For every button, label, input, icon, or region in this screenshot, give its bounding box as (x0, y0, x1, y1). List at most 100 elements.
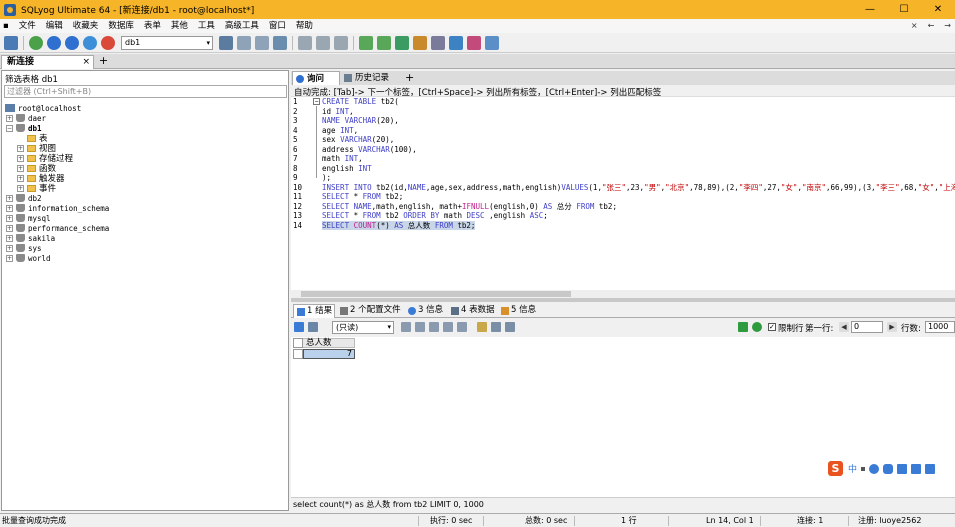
tab-result[interactable]: 1 结果 (293, 304, 335, 318)
schema-icon[interactable] (298, 35, 312, 50)
grid-column-header[interactable]: 总人数 (303, 338, 355, 348)
menu-database[interactable]: 数据库 (103, 19, 139, 33)
compare-icon[interactable] (485, 35, 499, 50)
toolbox-icon[interactable] (925, 463, 936, 474)
execute-icon[interactable] (47, 35, 61, 50)
expand-icon[interactable]: + (17, 184, 24, 192)
filter-input[interactable]: 过滤器 (Ctrl+Shift+B) (4, 85, 287, 98)
menu-edit[interactable]: 编辑 (41, 19, 68, 33)
sql-editor[interactable]: 1 2 3 4 5 6 7 8 9 10 11 12 13 14 − CREAT… (291, 96, 955, 298)
table-icon[interactable] (237, 35, 251, 50)
query-builder-icon[interactable] (316, 35, 330, 50)
notification-icon[interactable] (449, 35, 463, 50)
tab-table-data[interactable]: 4 表数据 (448, 304, 495, 318)
menu-file[interactable]: 文件 (14, 19, 41, 33)
expand-icon[interactable]: + (6, 204, 13, 212)
mdi-next-icon[interactable]: → (944, 19, 951, 33)
tab-history[interactable]: 历史记录 (341, 71, 403, 85)
delete-icon[interactable] (443, 322, 453, 332)
report-icon[interactable] (467, 35, 481, 50)
tree-folder[interactable]: + 事件 (17, 183, 56, 194)
tree-db[interactable]: + db2 (6, 193, 42, 203)
text-view-icon[interactable] (505, 322, 515, 332)
new-connection-icon[interactable] (4, 35, 18, 50)
backup-icon[interactable] (377, 35, 391, 50)
tree-db[interactable]: + daer (6, 113, 46, 123)
refresh-icon[interactable] (457, 322, 467, 332)
tree-db[interactable]: + world (6, 253, 51, 263)
copy-db-icon[interactable] (255, 35, 269, 50)
migration-icon[interactable] (413, 35, 427, 50)
filter-icon[interactable] (738, 322, 748, 332)
view-icon[interactable] (294, 322, 304, 332)
scrollbar-thumb[interactable] (301, 291, 571, 297)
limit-rows-checkbox[interactable]: ✓ (768, 323, 776, 331)
tree-db[interactable]: + sys (6, 243, 42, 253)
tree-db[interactable]: + performance_schema (6, 223, 109, 233)
form-view-icon[interactable] (491, 322, 501, 332)
connection-tab[interactable]: 新连接 × (1, 55, 94, 69)
menu-tools[interactable]: 工具 (193, 19, 220, 33)
select-all-checkbox[interactable] (293, 338, 303, 348)
copy-icon[interactable] (401, 322, 411, 332)
rows-input[interactable]: 1000 (925, 321, 955, 333)
mdi-close-icon[interactable]: × (911, 19, 918, 33)
add-query-tab-button[interactable]: + (405, 71, 414, 84)
tree-db-current[interactable]: − db1 (6, 123, 42, 133)
database-select[interactable]: db1 ▾ (121, 35, 213, 50)
grid-view-icon[interactable] (477, 322, 487, 332)
tab-profile[interactable]: 2 个配置文件 (337, 304, 401, 318)
menu-help[interactable]: 帮助 (291, 19, 318, 33)
mode-select[interactable]: (只读) ▾ (332, 321, 394, 334)
expand-icon[interactable]: + (6, 254, 13, 262)
tree-db[interactable]: + information_schema (6, 203, 109, 213)
minimize-button[interactable]: — (853, 0, 887, 19)
skin-icon[interactable] (911, 463, 922, 474)
export-icon[interactable] (273, 35, 287, 50)
export-icon[interactable] (308, 322, 318, 332)
user-icon[interactable] (219, 35, 233, 50)
expand-icon[interactable]: + (6, 194, 13, 202)
tree-db[interactable]: + mysql (6, 213, 51, 223)
object-icon[interactable] (101, 35, 115, 50)
menu-window[interactable]: 窗口 (264, 19, 291, 33)
table-row[interactable]: 7 (293, 349, 355, 359)
ime-language-toggle[interactable]: 中 (848, 462, 857, 475)
tab-info-2[interactable]: 5 信息 (498, 304, 536, 318)
expand-icon[interactable]: + (17, 174, 24, 182)
refresh-icon[interactable] (29, 35, 43, 50)
menu-advanced-tools[interactable]: 高级工具 (220, 19, 264, 33)
expand-icon[interactable]: + (17, 144, 24, 152)
expand-icon[interactable]: + (17, 154, 24, 162)
sogou-logo-icon[interactable]: S (828, 461, 843, 476)
paste-icon[interactable] (415, 322, 425, 332)
prev-page-icon[interactable]: ◀ (839, 322, 849, 332)
close-button[interactable]: ✕ (921, 0, 955, 19)
designer-icon[interactable] (334, 35, 348, 50)
execute-all-icon[interactable] (65, 35, 79, 50)
menu-favorites[interactable]: 收藏夹 (68, 19, 104, 33)
punctuation-icon[interactable] (861, 466, 866, 471)
expand-icon[interactable]: + (6, 114, 13, 122)
stop-icon[interactable] (83, 35, 97, 50)
tab-query[interactable]: 询问 (292, 71, 340, 85)
keyboard-icon[interactable] (897, 463, 908, 474)
menu-table[interactable]: 表单 (139, 19, 166, 33)
grid-cell[interactable]: 7 (303, 349, 355, 359)
expand-icon[interactable]: + (6, 214, 13, 222)
import-icon[interactable] (395, 35, 409, 50)
collapse-icon[interactable]: − (6, 124, 13, 132)
tree-db[interactable]: + sakila (6, 233, 55, 243)
tab-info[interactable]: 3 信息 (405, 304, 443, 318)
scheduler-icon[interactable] (431, 35, 445, 50)
maximize-button[interactable]: ☐ (887, 0, 921, 19)
next-page-icon[interactable]: ▶ (887, 322, 897, 332)
fold-toggle-icon[interactable]: − (313, 98, 320, 105)
expand-icon[interactable]: + (6, 244, 13, 252)
expand-icon[interactable]: + (17, 164, 24, 172)
expand-icon[interactable]: + (6, 224, 13, 232)
microphone-icon[interactable] (883, 463, 894, 474)
close-icon[interactable]: × (82, 56, 90, 68)
save-icon[interactable] (429, 322, 439, 332)
first-row-input[interactable]: 0 (851, 321, 883, 333)
